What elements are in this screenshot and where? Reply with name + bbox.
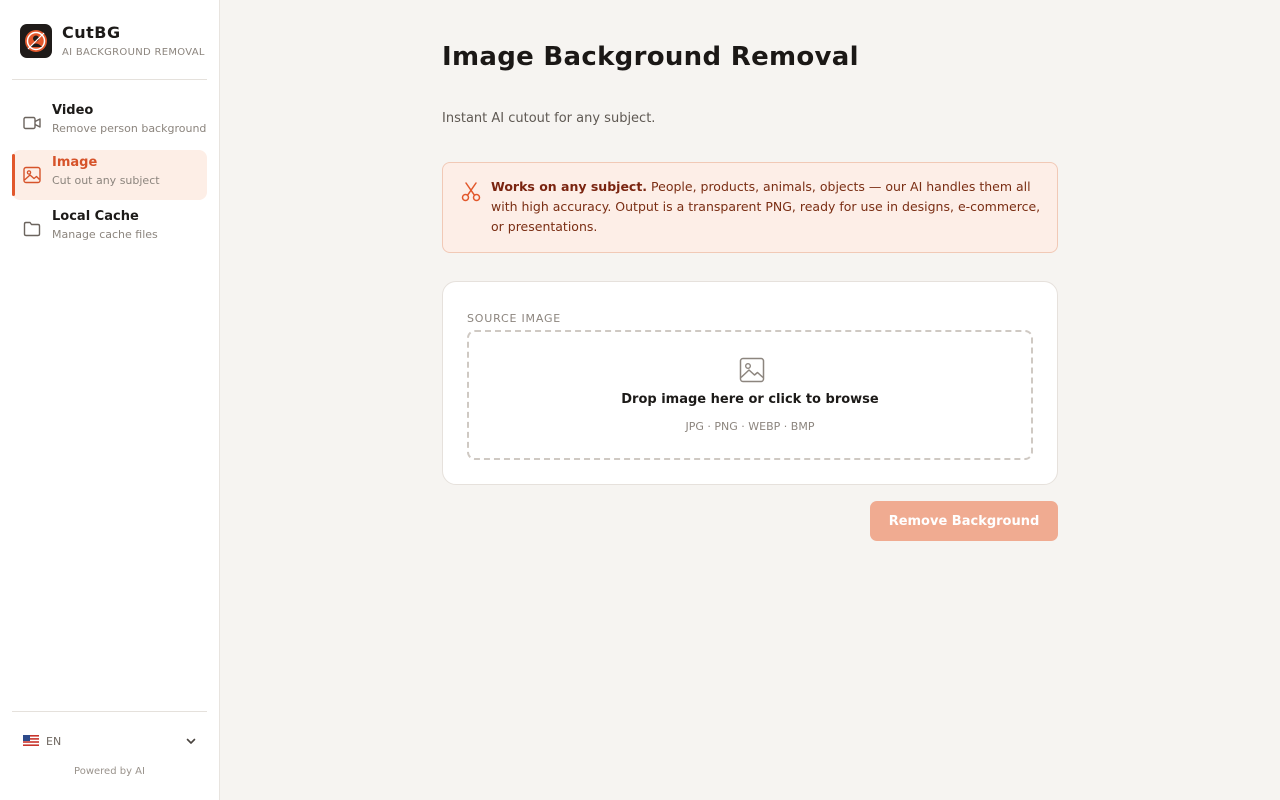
folder-icon — [23, 221, 41, 237]
page-title: Image Background Removal — [442, 42, 859, 72]
sidebar-item-title: Local Cache — [52, 209, 139, 224]
us-flag-icon — [23, 735, 39, 746]
sidebar-item-title: Video — [52, 103, 94, 118]
sidebar-item-title: Image — [52, 155, 98, 170]
sidebar: CutBG AI BACKGROUND REMOVAL Video Remove… — [0, 0, 220, 800]
language-code: EN — [46, 735, 62, 748]
chevron-down-icon — [186, 738, 196, 744]
sidebar-divider — [12, 711, 207, 712]
sidebar-item-video[interactable]: Video Remove person background — [12, 98, 207, 148]
image-icon — [23, 166, 41, 184]
page-subtitle: Instant AI cutout for any subject. — [442, 111, 656, 126]
scissors-icon — [461, 182, 481, 202]
powered-by-text: Powered by AI — [74, 766, 145, 777]
brand-name: CutBG — [62, 23, 121, 42]
image-placeholder-icon — [739, 357, 765, 383]
dropzone-formats: JPG · PNG · WEBP · BMP — [685, 420, 815, 433]
remove-background-button[interactable]: Remove Background — [870, 501, 1058, 541]
source-image-label: SOURCE IMAGE — [467, 312, 562, 325]
brand-subtitle: AI BACKGROUND REMOVAL — [62, 47, 205, 58]
info-notice: Works on any subject. People, products, … — [442, 162, 1058, 253]
video-icon — [23, 116, 41, 130]
image-dropzone[interactable]: Drop image here or click to browse JPG ·… — [467, 330, 1033, 460]
source-image-card: SOURCE IMAGE Drop image here or click to… — [442, 281, 1058, 485]
sidebar-item-image[interactable]: Image Cut out any subject — [12, 150, 207, 200]
sidebar-item-subtitle: Cut out any subject — [52, 174, 160, 187]
notice-text: Works on any subject. People, products, … — [491, 177, 1047, 237]
notice-bold: Works on any subject. — [491, 179, 648, 194]
dropzone-title: Drop image here or click to browse — [621, 392, 879, 407]
sidebar-divider — [12, 79, 207, 80]
sidebar-item-local-cache[interactable]: Local Cache Manage cache files — [12, 204, 207, 254]
brand: CutBG AI BACKGROUND REMOVAL — [20, 24, 205, 58]
sidebar-item-subtitle: Remove person background — [52, 122, 207, 135]
cutbg-logo-icon — [20, 24, 52, 58]
language-selector[interactable]: EN — [12, 728, 207, 756]
sidebar-item-subtitle: Manage cache files — [52, 228, 158, 241]
